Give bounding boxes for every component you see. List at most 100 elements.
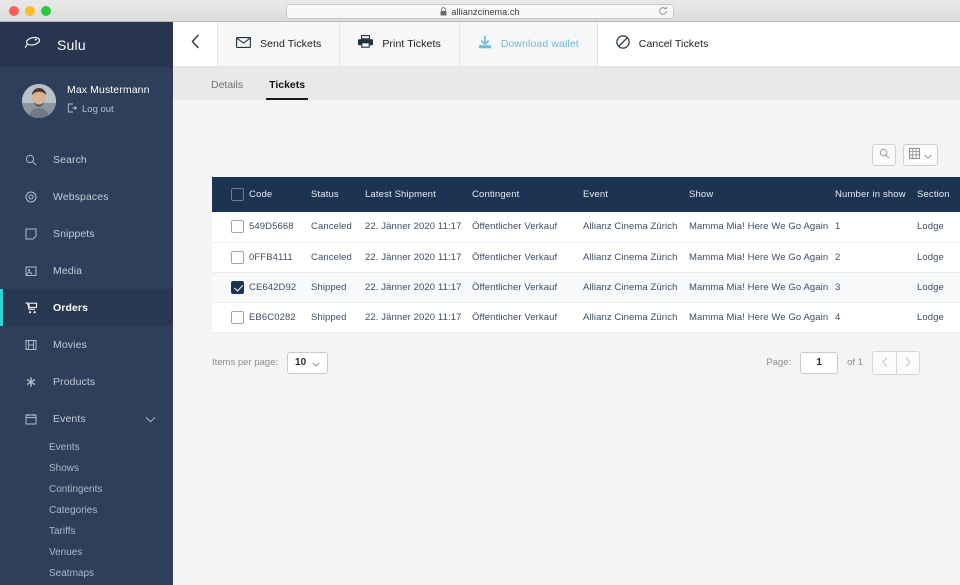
content-panel: Code Status Latest Shipment Contingent E… bbox=[173, 100, 960, 585]
download-wallet-button[interactable]: Download wallet bbox=[460, 22, 597, 66]
sidebar-item-movies[interactable]: Movies bbox=[0, 326, 173, 363]
user-meta: Max Mustermann Log out bbox=[67, 84, 150, 118]
table-body: 549D5668 Canceled 22. Jänner 2020 11:17 … bbox=[212, 212, 960, 332]
column-header-show[interactable]: Show bbox=[689, 177, 835, 212]
cell-status: Shipped bbox=[311, 272, 365, 302]
back-button[interactable] bbox=[173, 22, 217, 66]
column-header-number-in-show[interactable]: Number in show bbox=[835, 177, 917, 212]
search-button[interactable] bbox=[872, 144, 896, 166]
search-icon bbox=[879, 146, 890, 164]
app-root: allianzcinema.ch Sulu bbox=[0, 0, 960, 585]
column-header-section[interactable]: Section bbox=[917, 177, 960, 212]
logout-button[interactable]: Log out bbox=[67, 100, 150, 118]
sidebar-subitem-venues[interactable]: Venues bbox=[0, 542, 173, 563]
sidebar-item-media[interactable]: Media bbox=[0, 252, 173, 289]
tab-tickets[interactable]: Tickets bbox=[269, 79, 305, 100]
pagination-bar: Items per page: 10 Page: 1 of 1 bbox=[212, 333, 920, 375]
brand-name: Sulu bbox=[57, 37, 86, 53]
sidebar-item-orders[interactable]: Orders bbox=[0, 289, 173, 326]
items-per-page-select[interactable]: 10 bbox=[287, 352, 328, 374]
chevron-down-icon bbox=[924, 146, 932, 164]
maximize-window-button[interactable] bbox=[41, 6, 51, 16]
table-head: Code Status Latest Shipment Contingent E… bbox=[212, 177, 960, 212]
page-nav-group: Page: 1 of 1 bbox=[766, 351, 920, 375]
cell-section: Lodge bbox=[917, 212, 960, 242]
print-tickets-button[interactable]: Print Tickets bbox=[340, 22, 458, 66]
sidebar-item-events[interactable]: Events bbox=[0, 400, 173, 437]
column-header-status[interactable]: Status bbox=[311, 177, 365, 212]
sidebar-brand[interactable]: Sulu bbox=[0, 22, 173, 67]
sidebar-nav: Search Webspaces Snippets Media bbox=[0, 135, 173, 584]
user-name: Max Mustermann bbox=[67, 84, 150, 96]
close-window-button[interactable] bbox=[9, 6, 19, 16]
row-checkbox[interactable] bbox=[231, 311, 244, 324]
sidebar-item-search[interactable]: Search bbox=[0, 141, 173, 178]
table-row[interactable]: 0FFB4111 Canceled 22. Jänner 2020 11:17 … bbox=[212, 242, 960, 272]
tab-details[interactable]: Details bbox=[211, 79, 243, 100]
sidebar-subitem-label: Shows bbox=[49, 463, 79, 474]
sidebar-subitem-shows[interactable]: Shows bbox=[0, 458, 173, 479]
page-arrows bbox=[872, 351, 920, 375]
sidebar-item-label: Orders bbox=[53, 302, 88, 314]
minimize-window-button[interactable] bbox=[25, 6, 35, 16]
table-header-row: Code Status Latest Shipment Contingent E… bbox=[212, 177, 960, 212]
table-row[interactable]: EB6C0282 Shipped 22. Jänner 2020 11:17 Ö… bbox=[212, 302, 960, 332]
cell-event: Allianz Cinema Zürich bbox=[583, 212, 689, 242]
row-checkbox[interactable] bbox=[231, 220, 244, 233]
chevron-down-icon bbox=[312, 354, 320, 372]
items-per-page-group: Items per page: 10 bbox=[212, 352, 328, 374]
sulu-logo-icon bbox=[24, 35, 43, 54]
cell-number-in-show: 4 bbox=[835, 302, 917, 332]
address-bar[interactable]: allianzcinema.ch bbox=[286, 4, 674, 19]
cell-code: EB6C0282 bbox=[249, 302, 311, 332]
sidebar-item-products[interactable]: Products bbox=[0, 363, 173, 400]
user-profile[interactable]: Max Mustermann Log out bbox=[0, 67, 173, 135]
sidebar-item-webspaces[interactable]: Webspaces bbox=[0, 178, 173, 215]
cell-contingent: Öffentlicher Verkauf bbox=[472, 242, 583, 272]
cell-show: Mamma Mia! Here We Go Again bbox=[689, 242, 835, 272]
select-all-checkbox[interactable] bbox=[231, 188, 244, 201]
snippet-icon bbox=[24, 227, 38, 241]
sidebar-subitem-events[interactable]: Events bbox=[0, 437, 173, 458]
table-row[interactable]: CE642D92 Shipped 22. Jänner 2020 11:17 Ö… bbox=[212, 272, 960, 302]
column-header-event[interactable]: Event bbox=[583, 177, 689, 212]
cell-latest-shipment: 22. Jänner 2020 11:17 bbox=[365, 212, 472, 242]
view-type-button[interactable] bbox=[903, 144, 938, 166]
main-area: Send Tickets Print Tickets Download wall… bbox=[173, 22, 960, 585]
row-checkbox[interactable] bbox=[231, 251, 244, 264]
film-icon bbox=[24, 338, 38, 352]
sidebar-subitem-contingents[interactable]: Contingents bbox=[0, 479, 173, 500]
send-tickets-button[interactable]: Send Tickets bbox=[218, 22, 339, 66]
cell-latest-shipment: 22. Jänner 2020 11:17 bbox=[365, 272, 472, 302]
tickets-table: Code Status Latest Shipment Contingent E… bbox=[212, 177, 960, 333]
column-header-code[interactable]: Code bbox=[249, 177, 311, 212]
row-checkbox[interactable] bbox=[231, 281, 244, 294]
cell-number-in-show: 3 bbox=[835, 272, 917, 302]
next-page-button[interactable] bbox=[896, 352, 919, 374]
page-number-input[interactable]: 1 bbox=[800, 352, 838, 374]
table-row[interactable]: 549D5668 Canceled 22. Jänner 2020 11:17 … bbox=[212, 212, 960, 242]
reload-icon[interactable] bbox=[658, 3, 668, 21]
logout-label: Log out bbox=[82, 104, 114, 115]
sidebar: Sulu Max Mustermann Lo bbox=[0, 22, 173, 585]
avatar bbox=[22, 84, 56, 118]
cell-status: Canceled bbox=[311, 242, 365, 272]
sidebar-item-snippets[interactable]: Snippets bbox=[0, 215, 173, 252]
print-tickets-label: Print Tickets bbox=[382, 38, 440, 50]
cell-number-in-show: 2 bbox=[835, 242, 917, 272]
cell-code: 0FFB4111 bbox=[249, 242, 311, 272]
chevron-left-icon bbox=[191, 34, 200, 54]
sidebar-subitem-categories[interactable]: Categories bbox=[0, 500, 173, 521]
cancel-tickets-button[interactable]: Cancel Tickets bbox=[598, 22, 727, 66]
select-all-header bbox=[212, 177, 249, 212]
chevron-down-icon[interactable] bbox=[145, 410, 156, 428]
previous-page-button[interactable] bbox=[873, 352, 896, 374]
sidebar-subitem-tariffs[interactable]: Tariffs bbox=[0, 521, 173, 542]
cell-event: Allianz Cinema Zürich bbox=[583, 272, 689, 302]
sidebar-subitem-seatmaps[interactable]: Seatmaps bbox=[0, 563, 173, 584]
cell-section: Lodge bbox=[917, 302, 960, 332]
search-icon bbox=[24, 153, 38, 167]
column-header-contingent[interactable]: Contingent bbox=[472, 177, 583, 212]
printer-icon bbox=[358, 35, 373, 53]
column-header-latest-shipment[interactable]: Latest Shipment bbox=[365, 177, 472, 212]
